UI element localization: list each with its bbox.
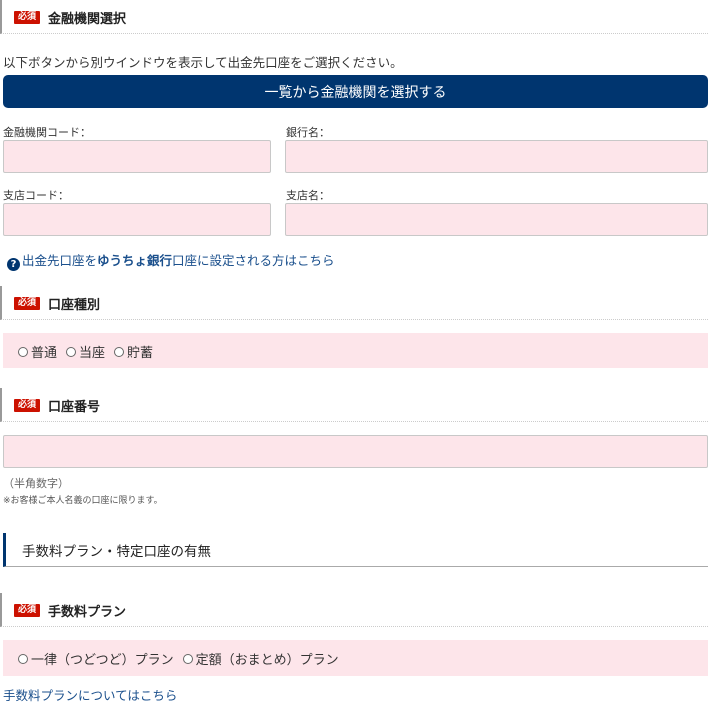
required-badge: 必須: [14, 297, 41, 310]
radio-label: 当座: [79, 346, 106, 361]
radio-circle-icon[interactable]: [18, 653, 28, 664]
section-header-account-number: 必須 口座番号: [0, 388, 708, 422]
required-badge: 必須: [14, 11, 41, 24]
section-header-account-type: 必須 口座種別: [0, 286, 708, 320]
radio-circle-icon[interactable]: [182, 653, 193, 664]
radio-circle-icon[interactable]: [66, 346, 77, 357]
help-icon: ?: [7, 258, 20, 271]
branch-name-input[interactable]: [285, 203, 708, 236]
radio-circle-icon[interactable]: [18, 346, 28, 357]
radio-label: 普通: [31, 346, 58, 361]
radio-fee-plan-flat[interactable]: 定額（おまとめ）プラン: [182, 649, 339, 668]
bank-code-label: 金融機関コード：: [3, 126, 91, 139]
bank-name-label: 銀行名：: [286, 126, 330, 139]
account-type-options: 普通 当座 貯蓄: [3, 333, 708, 368]
required-badge: 必須: [14, 399, 41, 412]
section-title-account-number: 口座番号: [48, 400, 101, 415]
withdrawal-account-form: 必須 金融機関選択 以下ボタンから別ウインドウを表示して出金先口座をご選択くださ…: [0, 0, 708, 711]
bank-name-input[interactable]: [285, 140, 708, 173]
account-owner-note: ※お客様ご本人名義の口座に限ります。: [3, 496, 163, 506]
select-bank-button[interactable]: 一覧から金融機関を選択する: [3, 75, 708, 108]
bank-select-description: 以下ボタンから別ウインドウを表示して出金先口座をご選択ください。: [3, 55, 403, 70]
radio-fee-plan-per-trade[interactable]: 一律（つどつど）プラン: [18, 649, 174, 668]
radio-account-type-savings[interactable]: 貯蓄: [114, 342, 153, 361]
yucho-bank-link[interactable]: ? 出金先口座をゆうちょ銀行口座に設定される方はこちら: [7, 250, 335, 271]
section-title-account-type: 口座種別: [48, 298, 101, 313]
yucho-link-text-1: 出金先口座を: [22, 253, 98, 268]
section-header-fee-plan: 必須 手数料プラン: [0, 593, 708, 627]
halfwidth-note: （半角数字）: [3, 477, 69, 490]
yucho-link-text-bold: ゆうちょ銀行: [97, 253, 173, 268]
fee-plan-options: 一律（つどつど）プラン 定額（おまとめ）プラン: [3, 640, 708, 676]
radio-label: 定額（おまとめ）プラン: [195, 653, 339, 668]
radio-label: 貯蓄: [127, 346, 154, 361]
branch-name-label: 支店名：: [286, 189, 330, 202]
radio-account-type-ordinary[interactable]: 普通: [18, 342, 57, 361]
fee-plan-info-link[interactable]: 手数料プランについてはこちら: [3, 685, 177, 704]
fee-plan-heading-title: 手数料プラン・特定口座の有無: [22, 544, 211, 560]
branch-code-input[interactable]: [3, 203, 271, 236]
account-number-input[interactable]: [3, 435, 708, 468]
radio-account-type-current[interactable]: 当座: [66, 342, 105, 361]
radio-label: 一律（つどつど）プラン: [31, 653, 174, 668]
fee-plan-heading: 手数料プラン・特定口座の有無: [3, 533, 708, 567]
section-title-fee-plan: 手数料プラン: [48, 605, 127, 620]
required-badge: 必須: [14, 604, 41, 617]
bank-code-input[interactable]: [3, 140, 271, 173]
yucho-link-text-2: 口座に設定される方はこちら: [172, 253, 335, 268]
section-title-bank: 金融機関選択: [48, 12, 127, 27]
section-header-bank: 必須 金融機関選択: [0, 0, 708, 34]
radio-circle-icon[interactable]: [114, 346, 125, 357]
branch-code-label: 支店コード：: [3, 189, 69, 202]
